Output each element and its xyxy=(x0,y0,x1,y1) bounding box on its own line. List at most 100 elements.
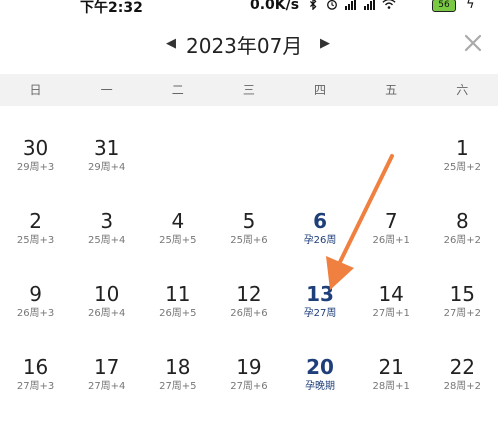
pregnancy-week: 27周+4 xyxy=(87,381,126,392)
day-number: 16 xyxy=(22,355,49,379)
day-number: 8 xyxy=(455,209,469,233)
day-cell[interactable]: 31 29周+4 xyxy=(71,136,142,209)
pregnancy-milestone: 孕27周 xyxy=(303,308,337,319)
pregnancy-week: 26周+6 xyxy=(230,308,268,319)
pregnancy-week: 28周+2 xyxy=(443,381,482,392)
day-cell[interactable]: 12 26周+6 xyxy=(213,282,284,355)
day-cell[interactable]: 2 25周+3 xyxy=(0,209,71,282)
pregnancy-week: 26周+5 xyxy=(159,308,197,319)
weekday-mon: 一 xyxy=(100,83,113,97)
day-number: 1 xyxy=(455,136,469,160)
prev-month-button[interactable]: ◀ xyxy=(166,36,176,51)
day-number: 20 xyxy=(306,355,334,379)
pregnancy-week: 26周+2 xyxy=(443,235,482,246)
month-title: 2023年07月 xyxy=(186,34,303,58)
day-number: 13 xyxy=(306,282,334,306)
week-row: 2 25周+3 3 25周+4 4 25周+5 5 25周+6 6 孕26周 7 26周+1… xyxy=(0,209,498,282)
pregnancy-week: 27周+3 xyxy=(16,381,55,392)
pregnancy-week: 27周+2 xyxy=(443,308,482,319)
day-cell[interactable]: 16 27周+3 xyxy=(0,355,71,428)
pregnancy-week: 28周+1 xyxy=(372,381,410,392)
day-cell[interactable]: 11 26周+5 xyxy=(142,282,213,355)
day-number: 6 xyxy=(313,209,328,233)
weekday-thu: 四 xyxy=(314,83,327,97)
pregnancy-week: 25周+3 xyxy=(16,235,55,246)
pregnancy-week: 26周+3 xyxy=(16,308,55,319)
status-icons xyxy=(306,0,396,10)
day-number: 12 xyxy=(236,282,262,306)
pregnancy-milestone: 孕晚期 xyxy=(305,381,336,392)
pregnancy-milestone: 孕26周 xyxy=(303,235,337,246)
day-number: 5 xyxy=(242,209,256,233)
day-cell-empty xyxy=(213,136,284,209)
wifi-icon xyxy=(382,0,396,9)
pregnancy-week: 29周+4 xyxy=(87,162,126,173)
battery-icon: 56 xyxy=(432,0,456,12)
day-cell[interactable]: 5 25周+6 xyxy=(213,209,284,282)
weekday-sun: 日 xyxy=(29,83,42,97)
day-cell[interactable]: 7 26周+1 xyxy=(356,209,427,282)
weekday-wed: 三 xyxy=(242,83,255,97)
day-number: 11 xyxy=(165,282,191,306)
pregnancy-week: 26周+4 xyxy=(87,308,126,319)
day-cell[interactable]: 17 27周+4 xyxy=(71,355,142,428)
day-number: 3 xyxy=(100,209,114,233)
week-row: 16 27周+3 17 27周+4 18 27周+5 19 27周+6 20 孕晚期 21… xyxy=(0,355,498,428)
day-cell-milestone[interactable]: 6 孕26周 xyxy=(285,209,356,282)
pregnancy-week: 27周+5 xyxy=(159,381,197,392)
close-icon[interactable] xyxy=(462,32,484,54)
day-cell[interactable]: 15 27周+2 xyxy=(427,282,498,355)
pregnancy-week: 25周+4 xyxy=(87,235,126,246)
day-cell-empty xyxy=(285,136,356,209)
calendar-grid: 30 29周+3 31 29周+4 1 25周+2 2 25周+3 3 25周+4 4 25… xyxy=(0,136,498,428)
day-number: 19 xyxy=(236,355,262,379)
day-number: 7 xyxy=(384,209,398,233)
weekday-tue: 二 xyxy=(171,83,184,97)
day-number: 14 xyxy=(378,282,404,306)
day-number: 2 xyxy=(29,209,42,233)
status-bar: 下午2:32 0.0K/s 56 ϟ xyxy=(0,0,498,16)
week-row: 30 29周+3 31 29周+4 1 25周+2 xyxy=(0,136,498,209)
day-cell[interactable]: 14 27周+1 xyxy=(356,282,427,355)
charging-icon: ϟ xyxy=(466,0,475,12)
day-cell[interactable]: 30 29周+3 xyxy=(0,136,71,209)
week-row: 9 26周+3 10 26周+4 11 26周+5 12 26周+6 13 孕27周 14… xyxy=(0,282,498,355)
network-speed: 0.0K/s xyxy=(250,0,300,13)
pregnancy-week: 27周+1 xyxy=(372,308,410,319)
pregnancy-week: 25周+6 xyxy=(230,235,268,246)
day-cell-empty xyxy=(356,136,427,209)
day-cell[interactable]: 3 25周+4 xyxy=(71,209,142,282)
day-cell[interactable]: 1 25周+2 xyxy=(427,136,498,209)
pregnancy-week: 26周+1 xyxy=(372,235,410,246)
signal-icon xyxy=(345,0,356,10)
day-cell[interactable]: 21 28周+1 xyxy=(356,355,427,428)
day-number: 17 xyxy=(93,355,120,379)
alarm-icon xyxy=(327,0,337,10)
day-cell[interactable]: 10 26周+4 xyxy=(71,282,142,355)
day-cell[interactable]: 19 27周+6 xyxy=(213,355,284,428)
day-cell[interactable]: 9 26周+3 xyxy=(0,282,71,355)
day-cell[interactable]: 18 27周+5 xyxy=(142,355,213,428)
day-cell[interactable]: 22 28周+2 xyxy=(427,355,498,428)
day-number: 22 xyxy=(449,355,476,379)
pregnancy-week: 25周+5 xyxy=(159,235,197,246)
day-cell[interactable]: 4 25周+5 xyxy=(142,209,213,282)
calendar-header: ◀ 2023年07月 ▶ xyxy=(0,28,498,64)
day-number: 30 xyxy=(22,136,49,160)
day-cell-milestone[interactable]: 20 孕晚期 xyxy=(285,355,356,428)
day-number: 10 xyxy=(93,282,120,306)
day-number: 18 xyxy=(165,355,191,379)
pregnancy-week: 25周+2 xyxy=(443,162,482,173)
signal-icon xyxy=(364,0,375,10)
status-time: 下午2:32 xyxy=(80,0,143,16)
weekday-header: 日 一 二 三 四 五 六 xyxy=(0,74,498,106)
weekday-sat: 六 xyxy=(456,83,469,97)
day-number: 4 xyxy=(171,209,185,233)
pregnancy-week: 27周+6 xyxy=(230,381,268,392)
day-cell-empty xyxy=(142,136,213,209)
day-number: 21 xyxy=(378,355,404,379)
next-month-button[interactable]: ▶ xyxy=(320,36,330,51)
day-number: 15 xyxy=(449,282,476,306)
day-cell-milestone[interactable]: 13 孕27周 xyxy=(285,282,356,355)
day-cell[interactable]: 8 26周+2 xyxy=(427,209,498,282)
